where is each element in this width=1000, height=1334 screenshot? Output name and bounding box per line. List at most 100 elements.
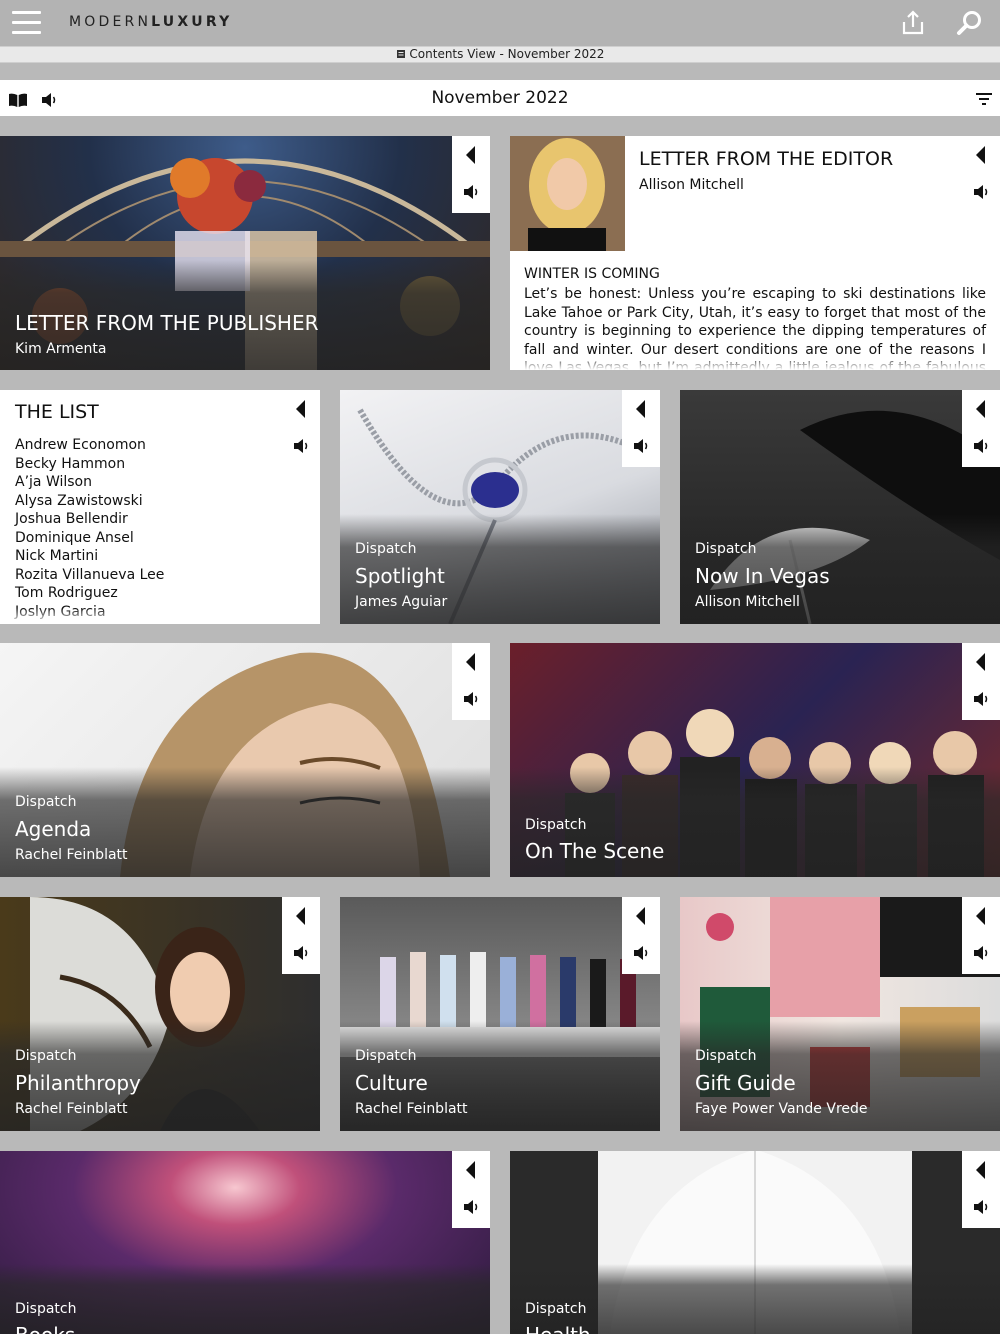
editor-controls	[962, 136, 1000, 213]
now-in-vegas-audio-icon[interactable]	[972, 437, 992, 455]
editor-portrait	[510, 136, 625, 251]
gift-guide-audio-icon[interactable]	[972, 944, 992, 962]
now-in-vegas-author: Allison Mitchell	[695, 594, 800, 610]
list-icon	[396, 50, 405, 58]
publisher-expand-icon[interactable]	[466, 146, 475, 164]
menu-icon[interactable]	[12, 11, 41, 35]
on-the-scene-controls	[962, 643, 1000, 720]
card-letter-from-publisher[interactable]: LETTER FROM THE PUBLISHER Kim Armenta	[0, 136, 490, 370]
now-in-vegas-controls	[962, 390, 1000, 467]
on-the-scene-title: On The Scene	[525, 839, 665, 863]
list-item: Becky Hammon	[15, 455, 126, 472]
spotlight-category: Dispatch	[355, 541, 417, 557]
culture-expand-icon[interactable]	[636, 907, 645, 925]
health-controls	[962, 1151, 1000, 1228]
gift-guide-category: Dispatch	[695, 1048, 757, 1064]
list-item: Joshua Bellendir	[15, 511, 128, 527]
the-list-expand-icon[interactable]	[296, 400, 305, 418]
on-the-scene-expand-icon[interactable]	[976, 653, 985, 671]
card-spotlight[interactable]: Dispatch Spotlight James Aguiar	[340, 390, 660, 624]
spotlight-author: James Aguiar	[355, 594, 448, 610]
the-list-title: THE LIST	[15, 401, 99, 423]
agenda-audio-icon[interactable]	[462, 690, 482, 708]
spotlight-title: Spotlight	[355, 564, 445, 588]
filter-icon[interactable]	[974, 89, 994, 109]
philanthropy-title: Philanthropy	[15, 1071, 141, 1095]
spotlight-controls	[622, 390, 660, 467]
card-letter-from-editor[interactable]: LETTER FROM THE EDITOR Allison Mitchell …	[510, 136, 1000, 370]
agenda-author: Rachel Feinblatt	[15, 847, 128, 863]
contents-view-bar: Contents View - November 2022	[0, 46, 1000, 63]
publisher-controls	[452, 136, 490, 213]
publisher-title: LETTER FROM THE PUBLISHER	[15, 311, 319, 335]
issue-bar: November 2022	[0, 80, 1000, 116]
list-item: A’ja Wilson	[15, 474, 92, 490]
spotlight-audio-icon[interactable]	[632, 437, 652, 455]
agenda-category: Dispatch	[15, 794, 77, 810]
publisher-author: Kim Armenta	[15, 341, 107, 357]
the-list-fade	[0, 608, 320, 624]
contents-view-text: Contents View - November 2022	[409, 47, 605, 61]
on-the-scene-audio-icon[interactable]	[972, 690, 992, 708]
gift-guide-expand-icon[interactable]	[976, 907, 985, 925]
culture-controls	[622, 897, 660, 974]
culture-category: Dispatch	[355, 1048, 417, 1064]
gift-guide-author: Faye Power Vande Vrede	[695, 1101, 868, 1117]
now-in-vegas-category: Dispatch	[695, 541, 757, 557]
health-expand-icon[interactable]	[976, 1161, 985, 1179]
card-now-in-vegas[interactable]: Dispatch Now In Vegas Allison Mitchell	[680, 390, 1000, 624]
card-gift-guide[interactable]: Dispatch Gift Guide Faye Power Vande Vre…	[680, 897, 1000, 1131]
editor-title: LETTER FROM THE EDITOR	[639, 148, 894, 170]
the-list-names: Andrew Economon Becky Hammon A’ja Wilson…	[15, 436, 164, 621]
search-icon[interactable]	[955, 8, 985, 38]
agenda-controls	[452, 643, 490, 720]
contents-view-label[interactable]: Contents View - November 2022	[396, 47, 605, 61]
culture-audio-icon[interactable]	[632, 944, 652, 962]
editor-expand-icon[interactable]	[976, 146, 985, 164]
now-in-vegas-expand-icon[interactable]	[976, 400, 985, 418]
list-item: Rozita Villanueva Lee	[15, 566, 165, 583]
editor-audio-icon[interactable]	[972, 183, 992, 201]
gift-guide-title: Gift Guide	[695, 1071, 796, 1095]
books-expand-icon[interactable]	[466, 1161, 475, 1179]
card-the-list[interactable]: THE LIST Andrew Economon Becky Hammon A’…	[0, 390, 320, 624]
philanthropy-category: Dispatch	[15, 1048, 77, 1064]
brand-logo: MODERNLUXURY	[69, 14, 233, 30]
card-philanthropy[interactable]: Dispatch Philanthropy Rachel Feinblatt	[0, 897, 320, 1131]
philanthropy-expand-icon[interactable]	[296, 907, 305, 925]
culture-title: Culture	[355, 1071, 428, 1095]
list-item: Dominique Ansel	[15, 529, 134, 546]
card-books[interactable]: Dispatch Books	[0, 1151, 490, 1334]
card-on-the-scene[interactable]: Dispatch On The Scene	[510, 643, 1000, 877]
card-agenda[interactable]: Dispatch Agenda Rachel Feinblatt	[0, 643, 490, 877]
philanthropy-audio-icon[interactable]	[292, 944, 312, 962]
publisher-audio-icon[interactable]	[462, 183, 482, 201]
books-controls	[452, 1151, 490, 1228]
gift-guide-controls	[962, 897, 1000, 974]
philanthropy-author: Rachel Feinblatt	[15, 1101, 128, 1117]
books-audio-icon[interactable]	[462, 1198, 482, 1216]
issue-title: November 2022	[431, 88, 569, 108]
the-list-audio-icon[interactable]	[292, 437, 312, 455]
list-item: Alysa Zawistowski	[15, 492, 143, 509]
health-title: Health	[525, 1323, 591, 1334]
books-title: Books	[15, 1323, 75, 1334]
books-category: Dispatch	[15, 1301, 77, 1317]
top-bar: MODERNLUXURY	[0, 0, 1000, 46]
editor-heading: WINTER IS COMING	[524, 266, 660, 282]
card-culture[interactable]: Dispatch Culture Rachel Feinblatt	[340, 897, 660, 1131]
spotlight-expand-icon[interactable]	[636, 400, 645, 418]
on-the-scene-category: Dispatch	[525, 817, 587, 833]
culture-author: Rachel Feinblatt	[355, 1101, 468, 1117]
list-item: Nick Martini	[15, 548, 99, 564]
card-health[interactable]: Dispatch Health	[510, 1151, 1000, 1334]
editor-author: Allison Mitchell	[639, 177, 744, 193]
editor-text-fade	[510, 354, 1000, 370]
agenda-expand-icon[interactable]	[466, 653, 475, 671]
philanthropy-controls	[282, 897, 320, 974]
the-list-controls	[282, 390, 320, 467]
agenda-title: Agenda	[15, 817, 92, 841]
now-in-vegas-title: Now In Vegas	[695, 564, 830, 588]
share-icon[interactable]	[898, 8, 928, 38]
health-audio-icon[interactable]	[972, 1198, 992, 1216]
